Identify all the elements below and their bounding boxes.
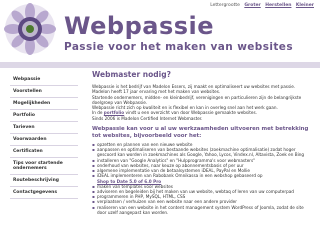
list-item: iDEAL implementeren van Rabobank Omnikas… — [92, 173, 312, 183]
font-size-label: Lettergrootte — [210, 3, 240, 8]
sidebar-item-tips[interactable]: Tips voor startende ondernemers — [10, 158, 78, 175]
font-size-reset-link[interactable]: Herstellen — [265, 3, 291, 8]
sidebar-item-portfolio[interactable]: Portfolio — [10, 110, 78, 122]
brand-title: Webpassie — [64, 12, 215, 40]
sidebar-item-tarieven[interactable]: Tarieven — [10, 122, 78, 134]
passion-flower-logo — [4, 3, 56, 55]
font-size-controls: Lettergrootte Groter Herstellen Kleiner — [210, 3, 314, 8]
sidebar-item-voorstellen[interactable]: Voorstellen — [10, 86, 78, 98]
sidebar-item-voorwaarden[interactable]: Voorwaarden — [10, 134, 78, 146]
page-title: Webmaster nodig? — [92, 70, 171, 79]
font-size-larger-link[interactable]: Groter — [244, 3, 260, 8]
sidebar-item-contactgegevens[interactable]: Contactgegevens — [10, 187, 78, 199]
intro-paragraph: Webpassie is het bedrijf van Madelon Ess… — [92, 84, 312, 121]
main-content: Webmaster nodig? Webpassie is het bedrij… — [92, 70, 312, 215]
header: Webpassie Passie voor het maken van webs… — [0, 0, 320, 62]
font-size-smaller-link[interactable]: Kleiner — [296, 3, 314, 8]
intro-text-1: Webpassie is het bedrijf van Madelon Ess… — [92, 84, 296, 95]
intro-text-5: Sinds 2006 is Madelon Certified Internet… — [92, 115, 203, 121]
sidebar-item-mogelijkheden[interactable]: Mogelijkheden — [10, 98, 78, 110]
intro-text-2: Startende ondernemers, midden- en kleinb… — [92, 94, 302, 105]
header-divider-band — [0, 62, 320, 68]
sidebar-nav: Webpassie Voorstellen Mogelijkheden Port… — [10, 74, 78, 199]
intro-text-4-suffix: vindt u een overzicht van door Webpassie… — [124, 110, 258, 116]
brand-tagline: Passie voor het maken van websites — [64, 41, 293, 53]
portfolio-link[interactable]: portfolio — [104, 110, 124, 115]
sidebar-item-webpassie[interactable]: Webpassie — [10, 74, 78, 86]
list-item: aanpassen en optimaliseren van bestaande… — [92, 147, 312, 157]
intro-text-4-prefix: In de — [92, 110, 104, 116]
sidebar-item-routebeschrijving[interactable]: Routebeschrijving — [10, 175, 78, 187]
list-item: realiseren van een website in het conten… — [92, 205, 312, 215]
intro-text-3: Webpassie richt zich op kwaliteit en is … — [92, 105, 278, 111]
sidebar-item-certificaten[interactable]: Certificaten — [10, 146, 78, 158]
services-heading: Webpassie kan voor u al uw werkzaamheden… — [92, 126, 309, 139]
services-list: opzetten en plannen van een nieuwe websi… — [92, 142, 312, 215]
